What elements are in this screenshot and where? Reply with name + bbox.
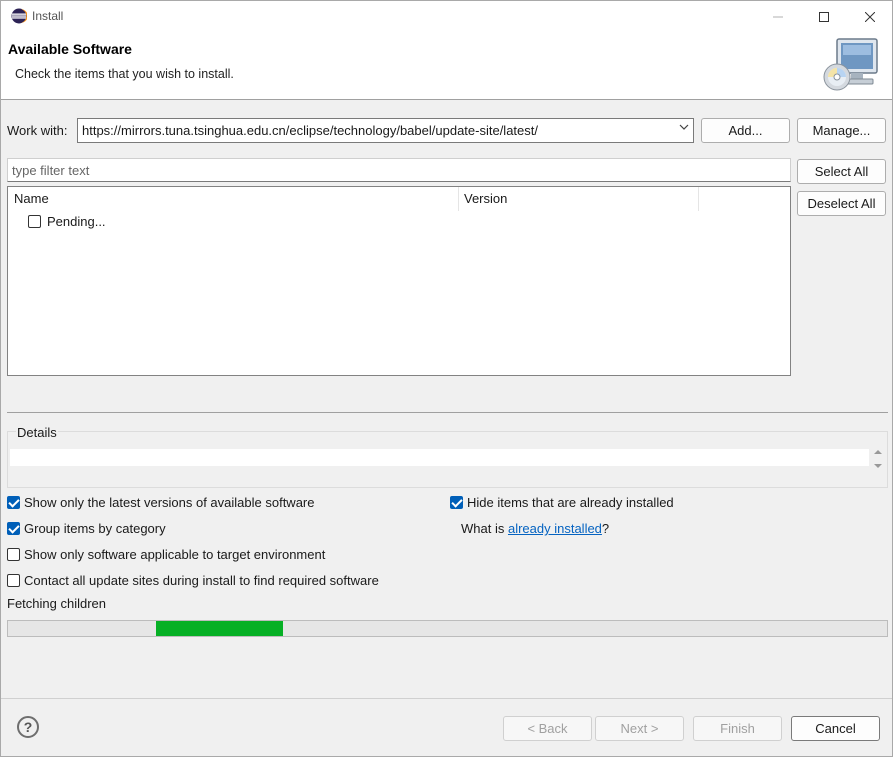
help-icon[interactable]: ? <box>17 716 39 738</box>
add-site-button[interactable]: Add... <box>701 118 790 143</box>
select-all-button[interactable]: Select All <box>797 159 886 184</box>
details-scrollbar[interactable] <box>870 449 885 469</box>
window-title: Install <box>32 9 64 23</box>
tree-item-checkbox[interactable] <box>28 215 41 228</box>
minimize-icon <box>773 16 783 17</box>
deselect-all-button[interactable]: Deselect All <box>797 191 886 216</box>
header-banner: Available Software Check the items that … <box>1 32 892 100</box>
finish-button[interactable]: Finish <box>693 716 782 741</box>
tree-item-label: Pending... <box>47 214 106 229</box>
filter-input[interactable]: type filter text <box>7 158 791 182</box>
option-label: Show only the latest versions of availab… <box>24 495 315 510</box>
column-separator[interactable] <box>698 187 699 211</box>
option-label: Show only software applicable to target … <box>24 547 326 562</box>
option-checkbox[interactable] <box>7 548 20 561</box>
tree-item[interactable]: Pending... <box>28 214 106 229</box>
tree-header: Name Version <box>8 187 790 211</box>
install-dialog: Install Available Software Check the ite… <box>0 0 893 757</box>
close-button[interactable] <box>847 1 893 32</box>
option-checkbox[interactable] <box>7 496 20 509</box>
column-version[interactable]: Version <box>464 191 507 206</box>
option-checkbox[interactable] <box>7 574 20 587</box>
next-button[interactable]: Next > <box>595 716 684 741</box>
option-checkbox[interactable] <box>7 522 20 535</box>
column-name[interactable]: Name <box>14 191 49 206</box>
option-latest-versions[interactable]: Show only the latest versions of availab… <box>7 495 315 510</box>
install-computer-icon <box>823 38 878 91</box>
status-text: Fetching children <box>7 596 106 611</box>
what-is-installed: What is already installed ? <box>461 521 609 536</box>
column-separator[interactable] <box>458 187 459 211</box>
what-is-suffix: ? <box>601 521 610 536</box>
chevron-down-icon[interactable] <box>679 122 689 135</box>
details-label: Details <box>16 425 58 440</box>
already-installed-link[interactable]: already installed <box>508 521 602 536</box>
what-is-prefix: What is <box>461 521 508 536</box>
option-group-by-category[interactable]: Group items by category <box>7 521 166 536</box>
work-with-value: https://mirrors.tuna.tsinghua.edu.cn/ecl… <box>82 123 538 138</box>
software-tree[interactable]: Name Version Pending... <box>7 186 791 376</box>
option-target-environment[interactable]: Show only software applicable to target … <box>7 547 325 562</box>
title-bar[interactable]: Install <box>1 1 892 32</box>
manage-sites-button[interactable]: Manage... <box>797 118 886 143</box>
cancel-button[interactable]: Cancel <box>791 716 880 741</box>
option-checkbox[interactable] <box>450 496 463 509</box>
close-icon <box>865 11 875 22</box>
maximize-icon <box>819 11 829 22</box>
page-title: Available Software <box>8 41 132 57</box>
page-description: Check the items that you wish to install… <box>15 67 234 81</box>
footer-separator <box>1 698 892 699</box>
maximize-button[interactable] <box>801 1 847 32</box>
option-contact-sites[interactable]: Contact all update sites during install … <box>7 573 379 588</box>
eclipse-icon <box>11 8 27 24</box>
option-label: Group items by category <box>24 521 166 536</box>
scroll-down-icon[interactable] <box>873 463 882 469</box>
splitter-sash[interactable] <box>7 412 888 413</box>
minimize-button[interactable] <box>755 1 801 32</box>
option-label: Hide items that are already installed <box>467 495 674 510</box>
scroll-up-icon[interactable] <box>873 449 882 455</box>
progress-fill <box>156 621 283 636</box>
work-with-label: Work with: <box>7 123 68 138</box>
back-button[interactable]: < Back <box>503 716 592 741</box>
progress-bar <box>7 620 888 637</box>
option-label: Contact all update sites during install … <box>24 573 379 588</box>
work-with-combo[interactable]: https://mirrors.tuna.tsinghua.edu.cn/ecl… <box>77 118 694 143</box>
option-hide-installed[interactable]: Hide items that are already installed <box>450 495 674 510</box>
details-text-area[interactable] <box>10 449 869 466</box>
